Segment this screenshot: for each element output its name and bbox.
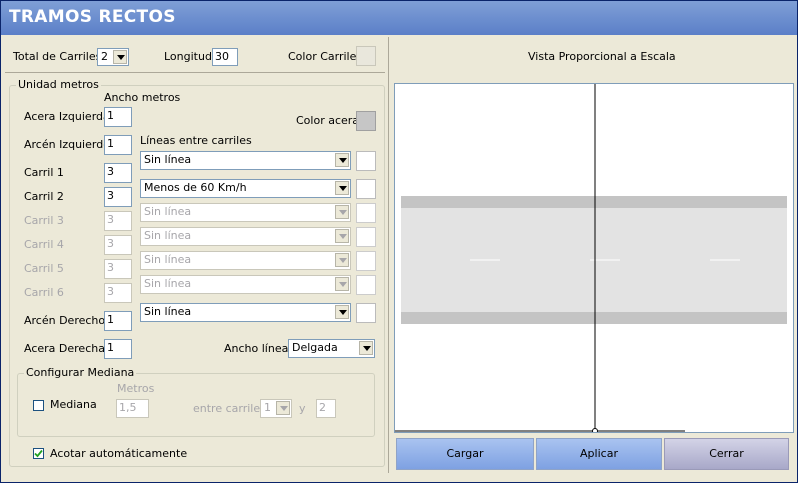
- chevron-down-icon[interactable]: [335, 305, 349, 319]
- lineas-header: Líneas entre carriles: [140, 134, 252, 147]
- mediana-caption: Configurar Mediana: [24, 366, 137, 379]
- linea-color-swatch-4: [356, 227, 376, 247]
- acera-derecha-input[interactable]: 1: [104, 339, 132, 359]
- chevron-down-icon: [276, 401, 290, 415]
- linea-color-swatch-3: [356, 203, 376, 223]
- acera-izquierda-input[interactable]: 1: [104, 107, 132, 127]
- axis-handle[interactable]: [592, 428, 598, 434]
- mediana-checkbox-label: Mediana: [50, 398, 97, 411]
- mediana-checkbox[interactable]: [33, 400, 44, 411]
- title-bar[interactable]: TRAMOS RECTOS: [1, 1, 797, 35]
- metros-label: Metros: [117, 382, 155, 395]
- right-shoulder: [401, 312, 787, 324]
- ancho-linea-label: Ancho línea:: [224, 342, 293, 355]
- row-label-arcen-derecho: Arcén Derecho: [24, 314, 106, 327]
- checkmark-icon: [34, 449, 43, 458]
- entre-carriles-value: 1: [264, 401, 271, 414]
- entre-carriles-select: 1: [260, 399, 292, 418]
- linea-select-1[interactable]: Sin línea: [140, 151, 351, 170]
- carril-4-input: 3: [104, 235, 132, 255]
- unidad-metros-caption: Unidad metros: [16, 78, 101, 91]
- carril-5-input: 3: [104, 259, 132, 279]
- carril-6-input: 3: [104, 283, 132, 303]
- row-label-carril-4: Carril 4: [24, 238, 64, 251]
- linea-select-6: Sin línea: [140, 275, 351, 294]
- color-carriles-swatch[interactable]: [356, 46, 376, 66]
- aplicar-button[interactable]: Aplicar: [536, 438, 662, 470]
- acotar-checkbox[interactable]: [33, 448, 44, 459]
- linea-value-5: Sin línea: [144, 253, 192, 266]
- ancho-metros-header: Ancho metros: [104, 91, 181, 104]
- chevron-down-icon[interactable]: [335, 181, 349, 195]
- chevron-down-icon: [335, 205, 349, 219]
- linea-color-swatch-6: [356, 275, 376, 295]
- vista-label: Vista Proporcional a Escala: [528, 50, 676, 63]
- carril-2-input[interactable]: 3: [104, 187, 132, 207]
- row-label-arcen-izquierdo: Arcén Izquierdo: [24, 138, 110, 151]
- metros-input: 1,5: [116, 399, 149, 418]
- row-label-acera-derecha: Acera Derecha: [24, 342, 105, 355]
- chevron-down-icon: [335, 253, 349, 267]
- color-acera-label: Color acera: [296, 114, 360, 127]
- road-preview-canvas: [395, 84, 787, 434]
- linea-color-swatch-7[interactable]: [356, 303, 376, 323]
- row-label-carril-3: Carril 3: [24, 214, 64, 227]
- color-acera-swatch[interactable]: [356, 111, 376, 131]
- linea-value-4: Sin línea: [144, 229, 192, 242]
- total-carriles-label: Total de Carriles:: [13, 50, 106, 63]
- row-label-carril-1: Carril 1: [24, 166, 64, 179]
- chevron-down-icon[interactable]: [113, 50, 127, 64]
- y-input: 2: [316, 399, 336, 418]
- cerrar-button[interactable]: Cerrar: [664, 438, 789, 470]
- linea-value-1: Sin línea: [144, 153, 192, 166]
- total-carriles-select[interactable]: 2: [97, 48, 129, 66]
- linea-value-6: Sin línea: [144, 277, 192, 290]
- carril-3-input: 3: [104, 211, 132, 231]
- entre-carriles-label: entre carriles: [193, 402, 266, 415]
- linea-select-7[interactable]: Sin línea: [140, 303, 351, 322]
- ancho-linea-value: Delgada: [292, 341, 338, 354]
- acotar-label: Acotar automáticamente: [50, 447, 188, 460]
- linea-select-3: Sin línea: [140, 203, 351, 222]
- chevron-down-icon: [335, 229, 349, 243]
- y-label: y: [299, 402, 306, 415]
- row-label-acera-izquierda: Acera Izquierda: [24, 110, 110, 123]
- linea-value-2: Menos de 60 Km/h: [144, 181, 247, 194]
- linea-select-4: Sin línea: [140, 227, 351, 246]
- linea-value-7: Sin línea: [144, 305, 192, 318]
- cargar-button[interactable]: Cargar: [396, 438, 534, 470]
- left-shoulder: [401, 196, 787, 208]
- row-label-carril-5: Carril 5: [24, 262, 64, 275]
- chevron-down-icon[interactable]: [335, 153, 349, 167]
- chevron-down-icon: [335, 277, 349, 291]
- linea-color-swatch-5: [356, 251, 376, 271]
- window: TRAMOS RECTOS Total de Carriles: 2 Longi…: [0, 0, 798, 483]
- window-title: TRAMOS RECTOS: [9, 7, 176, 27]
- color-carriles-label: Color Carriles:: [288, 50, 366, 63]
- linea-value-3: Sin línea: [144, 205, 192, 218]
- linea-color-swatch-1[interactable]: [356, 151, 376, 171]
- carril-1-input[interactable]: 3: [104, 163, 132, 183]
- total-carriles-value: 2: [101, 50, 108, 63]
- linea-select-5: Sin línea: [140, 251, 351, 270]
- road-preview: [394, 83, 794, 433]
- linea-select-2[interactable]: Menos de 60 Km/h: [140, 179, 351, 198]
- linea-color-swatch-2[interactable]: [356, 179, 376, 199]
- row-label-carril-6: Carril 6: [24, 286, 64, 299]
- ancho-linea-select[interactable]: Delgada: [288, 339, 375, 358]
- horizontal-divider: [5, 72, 385, 73]
- longitud-input[interactable]: 30: [212, 48, 238, 66]
- arcen-derecho-input[interactable]: 1: [104, 311, 132, 331]
- longitud-label: Longitud:: [164, 50, 216, 63]
- row-label-carril-2: Carril 2: [24, 190, 64, 203]
- chevron-down-icon[interactable]: [359, 341, 373, 355]
- arcen-izquierdo-input[interactable]: 1: [104, 135, 132, 155]
- vertical-divider: [388, 37, 389, 473]
